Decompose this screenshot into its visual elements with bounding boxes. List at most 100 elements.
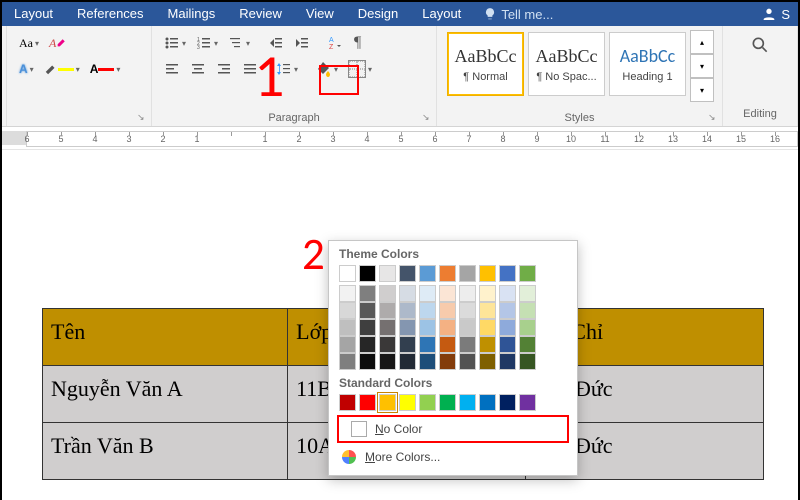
color-swatch[interactable]: [339, 285, 356, 302]
align-left-button[interactable]: [160, 58, 184, 80]
color-swatch[interactable]: [519, 353, 536, 370]
color-swatch[interactable]: [339, 319, 356, 336]
color-swatch[interactable]: [399, 285, 416, 302]
color-swatch[interactable]: [439, 265, 456, 282]
color-swatch[interactable]: [379, 336, 396, 353]
color-swatch[interactable]: [459, 265, 476, 282]
color-swatch[interactable]: [439, 353, 456, 370]
sort-button[interactable]: AZ: [324, 32, 348, 54]
color-swatch[interactable]: [499, 394, 516, 411]
increase-indent-button[interactable]: [290, 32, 314, 54]
tab-review[interactable]: Review: [227, 2, 294, 26]
color-swatch[interactable]: [339, 336, 356, 353]
color-swatch[interactable]: [359, 285, 376, 302]
color-swatch[interactable]: [479, 353, 496, 370]
color-swatch[interactable]: [519, 319, 536, 336]
color-swatch[interactable]: [419, 285, 436, 302]
color-swatch[interactable]: [399, 265, 416, 282]
numbering-button[interactable]: 123▾: [192, 32, 222, 54]
color-swatch[interactable]: [479, 302, 496, 319]
color-swatch[interactable]: [479, 394, 496, 411]
color-swatch[interactable]: [459, 353, 476, 370]
header-cell[interactable]: Tên: [43, 309, 288, 366]
color-swatch[interactable]: [459, 302, 476, 319]
tab-design[interactable]: Design: [346, 2, 410, 26]
color-swatch[interactable]: [439, 319, 456, 336]
table-cell[interactable]: Trần Văn B: [43, 423, 288, 480]
color-swatch[interactable]: [519, 302, 536, 319]
color-swatch[interactable]: [499, 285, 516, 302]
color-swatch[interactable]: [499, 265, 516, 282]
color-swatch[interactable]: [399, 319, 416, 336]
color-swatch[interactable]: [339, 265, 356, 282]
color-swatch[interactable]: [479, 265, 496, 282]
color-swatch[interactable]: [479, 319, 496, 336]
color-swatch[interactable]: [459, 336, 476, 353]
color-swatch[interactable]: [379, 302, 396, 319]
color-swatch[interactable]: [499, 319, 516, 336]
color-swatch[interactable]: [479, 336, 496, 353]
no-color-option[interactable]: No Color: [337, 415, 569, 443]
color-swatch[interactable]: [439, 302, 456, 319]
color-swatch[interactable]: [379, 353, 396, 370]
more-colors-option[interactable]: More Colors...: [329, 445, 577, 469]
tab-layout-left[interactable]: Layout: [2, 2, 65, 26]
color-swatch[interactable]: [359, 353, 376, 370]
color-swatch[interactable]: [439, 394, 456, 411]
share-button[interactable]: S: [753, 6, 798, 22]
color-swatch[interactable]: [419, 302, 436, 319]
shading-button[interactable]: ▾: [312, 58, 342, 80]
color-swatch[interactable]: [359, 319, 376, 336]
change-case-button[interactable]: Aa▾: [15, 33, 43, 54]
color-swatch[interactable]: [459, 285, 476, 302]
style-no-spacing[interactable]: AaBbCc ¶ No Spac...: [528, 32, 605, 96]
borders-button[interactable]: ▾: [344, 57, 376, 81]
table-cell[interactable]: Nguyễn Văn A: [43, 366, 288, 423]
color-swatch[interactable]: [339, 302, 356, 319]
color-swatch[interactable]: [419, 394, 436, 411]
bullets-button[interactable]: ▾: [160, 32, 190, 54]
color-swatch[interactable]: [379, 285, 396, 302]
color-swatch[interactable]: [379, 394, 396, 411]
color-swatch[interactable]: [479, 285, 496, 302]
tab-layout-right[interactable]: Layout: [410, 2, 473, 26]
color-swatch[interactable]: [359, 336, 376, 353]
color-swatch[interactable]: [399, 394, 416, 411]
color-swatch[interactable]: [399, 353, 416, 370]
align-right-button[interactable]: [212, 58, 236, 80]
text-effects-button[interactable]: A▾: [15, 59, 38, 79]
color-swatch[interactable]: [499, 302, 516, 319]
color-swatch[interactable]: [359, 265, 376, 282]
styles-expand[interactable]: ▾: [690, 78, 714, 102]
color-swatch[interactable]: [419, 336, 436, 353]
align-center-button[interactable]: [186, 58, 210, 80]
color-swatch[interactable]: [359, 302, 376, 319]
styles-scroll-down[interactable]: ▾: [690, 54, 714, 78]
color-swatch[interactable]: [519, 285, 536, 302]
tell-me-search[interactable]: Tell me...: [473, 7, 563, 22]
color-swatch[interactable]: [519, 336, 536, 353]
tab-mailings[interactable]: Mailings: [156, 2, 228, 26]
color-swatch[interactable]: [399, 336, 416, 353]
color-swatch[interactable]: [519, 265, 536, 282]
color-swatch[interactable]: [419, 353, 436, 370]
color-swatch[interactable]: [439, 336, 456, 353]
styles-scroll-up[interactable]: ▴: [690, 30, 714, 54]
clear-formatting-button[interactable]: A: [45, 33, 70, 54]
color-swatch[interactable]: [399, 302, 416, 319]
tab-view[interactable]: View: [294, 2, 346, 26]
paragraph-dialog-launcher[interactable]: ↘: [422, 112, 434, 124]
multilevel-list-button[interactable]: ▾: [224, 32, 254, 54]
find-button[interactable]: [746, 32, 774, 58]
show-paragraph-marks-button[interactable]: ¶: [350, 31, 365, 55]
color-swatch[interactable]: [379, 265, 396, 282]
color-swatch[interactable]: [439, 285, 456, 302]
color-swatch[interactable]: [359, 394, 376, 411]
style-heading-1[interactable]: AaBbCc Heading 1: [609, 32, 686, 96]
horizontal-ruler[interactable]: 6543211234567891011121314151617: [2, 127, 798, 150]
color-swatch[interactable]: [499, 353, 516, 370]
color-swatch[interactable]: [519, 394, 536, 411]
color-swatch[interactable]: [499, 336, 516, 353]
color-swatch[interactable]: [379, 319, 396, 336]
color-swatch[interactable]: [339, 394, 356, 411]
